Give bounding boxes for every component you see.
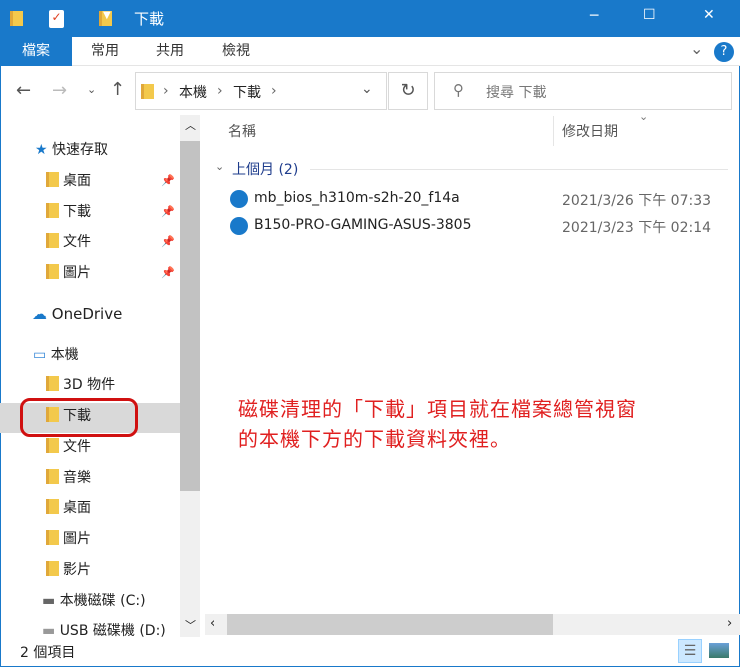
computer-icon: ▭	[33, 347, 47, 363]
recent-locations-button[interactable]: ⌄	[87, 83, 96, 96]
column-header-date[interactable]: 修改日期	[562, 121, 618, 141]
title-bar: ✓ ▼ 下載 ─ ☐ ✕	[0, 0, 740, 37]
close-button[interactable]: ✕	[703, 7, 715, 23]
nav-drive-d[interactable]: ▬ USB 磁碟機 (D:)	[42, 619, 166, 637]
group-collapse-icon[interactable]: ⌄	[215, 160, 224, 173]
folder-icon	[46, 499, 59, 514]
nav-3d-objects[interactable]: 3D 物件	[46, 373, 115, 397]
cloud-icon: ☁	[32, 305, 47, 323]
pin-icon[interactable]: 📌	[161, 235, 175, 248]
file-date: 2021/3/23 下午 02:14	[562, 220, 712, 236]
details-view-button[interactable]: ☰	[678, 639, 702, 663]
help-button[interactable]: ?	[714, 42, 734, 62]
file-row[interactable]: mb_bios_h310m-s2h-20_f14a 2021/3/26 下午 0…	[228, 186, 728, 212]
star-icon: ★	[35, 142, 48, 158]
nav-quick-desktop[interactable]: 桌面	[46, 169, 91, 193]
column-divider[interactable]	[553, 116, 554, 146]
window-title: 下載	[134, 10, 165, 28]
nav-pictures[interactable]: 圖片	[46, 527, 91, 551]
nav-vertical-scrollbar[interactable]: ︿ ﹀	[180, 115, 200, 637]
scroll-right-icon[interactable]: ›	[727, 616, 732, 631]
music-folder-icon	[46, 469, 59, 484]
file-name: B150-PRO-GAMING-ASUS-3805	[254, 217, 472, 233]
ribbon-tabs: 檔案 常用 共用 檢視 ⌄ ?	[0, 37, 740, 66]
file-row[interactable]: B150-PRO-GAMING-ASUS-3805 2021/3/23 下午 0…	[228, 213, 728, 239]
annotation-line-1: 磁碟清理的「下載」項目就在檔案總管視窗	[238, 397, 637, 421]
pin-icon[interactable]: 📌	[161, 205, 175, 218]
customize-toolbar-icon[interactable]: ▼	[103, 10, 111, 21]
minimize-button[interactable]: ─	[590, 8, 598, 24]
forward-button[interactable]: →	[52, 80, 67, 101]
column-header-name[interactable]: 名稱	[228, 121, 256, 141]
chevron-right-icon: ›	[271, 83, 277, 99]
scroll-down-icon[interactable]: ﹀	[185, 617, 196, 633]
nav-music[interactable]: 音樂	[46, 466, 91, 490]
nav-quick-downloads[interactable]: 下載	[46, 200, 91, 224]
drive-icon: ▬	[42, 593, 56, 609]
address-dropdown-icon[interactable]: ⌄	[361, 81, 373, 97]
pin-icon[interactable]: 📌	[161, 266, 175, 279]
annotation-line-2: 的本機下方的下載資料夾裡。	[238, 427, 511, 451]
nav-desktop[interactable]: 桌面	[46, 496, 91, 520]
refresh-button[interactable]: ↻	[388, 72, 428, 110]
usb-drive-icon: ▬	[42, 623, 56, 637]
folder-icon	[46, 203, 59, 218]
folder-icon	[46, 376, 59, 391]
breadcrumb-this-pc[interactable]: 本機	[179, 82, 207, 102]
maximize-button[interactable]: ☐	[643, 7, 656, 23]
scrollbar-thumb[interactable]	[180, 141, 200, 491]
nav-quick-pictures[interactable]: 圖片	[46, 261, 91, 285]
file-name: mb_bios_h310m-s2h-20_f14a	[254, 190, 460, 206]
tab-file[interactable]: 檔案	[0, 37, 72, 66]
sort-chevron-icon: ⌄	[639, 110, 649, 123]
folder-icon	[46, 438, 59, 453]
group-header[interactable]: 上個月 (2)	[232, 159, 298, 179]
tab-view[interactable]: 檢視	[211, 37, 261, 66]
search-icon: ⚲	[453, 81, 464, 99]
pin-icon[interactable]: 📌	[161, 174, 175, 187]
chevron-right-icon: ›	[163, 83, 169, 99]
nav-documents[interactable]: 文件	[46, 435, 91, 459]
search-placeholder: 搜尋 下載	[486, 85, 547, 101]
properties-icon[interactable]: ✓	[49, 10, 64, 28]
tab-share[interactable]: 共用	[145, 37, 195, 66]
nav-drive-c[interactable]: ▬ 本機磁碟 (C:)	[42, 589, 146, 613]
folder-icon	[46, 172, 59, 187]
tab-home[interactable]: 常用	[80, 37, 130, 66]
large-icons-view-button[interactable]	[709, 643, 729, 658]
chevron-right-icon: ›	[217, 83, 223, 99]
zip-file-icon	[230, 217, 248, 235]
back-button[interactable]: ←	[16, 80, 31, 101]
file-date: 2021/3/26 下午 07:33	[562, 193, 712, 209]
folder-icon	[46, 561, 59, 576]
scroll-left-icon[interactable]: ‹	[210, 616, 215, 631]
status-item-count: 2 個項目	[20, 645, 76, 661]
group-divider	[310, 169, 728, 170]
expand-ribbon-icon[interactable]: ⌄	[690, 39, 703, 58]
search-input[interactable]: ⚲ 搜尋 下載	[434, 72, 732, 110]
nav-onedrive[interactable]: ☁ OneDrive	[32, 302, 122, 326]
nav-videos[interactable]: 影片	[46, 558, 91, 582]
folder-icon	[46, 233, 59, 248]
nav-this-pc[interactable]: ▭ 本機	[33, 343, 79, 367]
scroll-up-icon[interactable]: ︿	[185, 117, 196, 133]
nav-quick-documents[interactable]: 文件	[46, 230, 91, 254]
scrollbar-thumb[interactable]	[227, 614, 553, 635]
folder-icon	[46, 264, 59, 279]
breadcrumb-downloads[interactable]: 下載	[233, 82, 261, 102]
nav-quick-access[interactable]: ★ 快速存取	[35, 138, 108, 162]
navigation-pane: ★ 快速存取 桌面 下載 文件 圖片 📌 📌 📌 📌 ☁ OneDrive ▭ …	[0, 115, 200, 637]
highlight-circle	[20, 398, 138, 437]
horizontal-scrollbar[interactable]: ‹ ›	[205, 614, 740, 635]
downloads-folder-icon	[141, 84, 154, 99]
up-button[interactable]: ↑	[110, 79, 125, 100]
address-bar[interactable]: › 本機 › 下載 › ⌄	[135, 72, 387, 110]
downloads-folder-icon	[10, 11, 23, 26]
folder-icon	[46, 530, 59, 545]
zip-file-icon	[230, 190, 248, 208]
